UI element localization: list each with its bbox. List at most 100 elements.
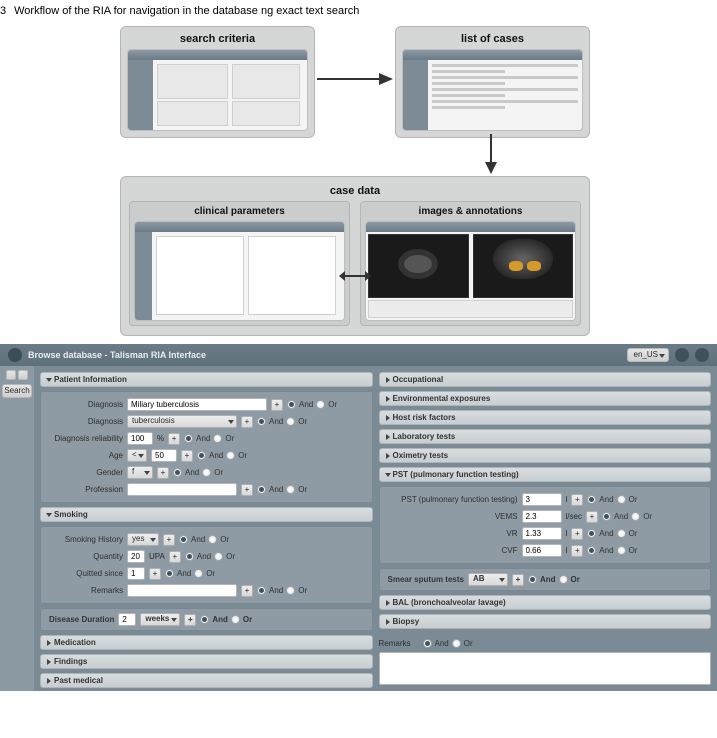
vems-input[interactable] xyxy=(522,510,562,523)
chevron-down-icon xyxy=(144,471,150,475)
section-smoking[interactable]: Smoking xyxy=(40,507,373,522)
radio-or[interactable] xyxy=(452,639,461,648)
add-button[interactable]: + xyxy=(241,585,253,597)
label-remarks: Remarks xyxy=(379,639,419,648)
add-button[interactable]: + xyxy=(241,484,253,496)
age-op-select[interactable]: < xyxy=(127,449,147,462)
add-button[interactable]: + xyxy=(184,614,196,626)
radio-or[interactable] xyxy=(316,400,325,409)
radio-and[interactable] xyxy=(197,451,206,460)
add-button[interactable]: + xyxy=(571,545,583,557)
radio-or[interactable] xyxy=(231,615,240,624)
language-select[interactable]: en_US xyxy=(627,348,669,362)
rail-chip[interactable] xyxy=(18,370,28,380)
rail-chip[interactable] xyxy=(6,370,16,380)
section-pst[interactable]: PST (pulmonary function testing) xyxy=(379,467,712,482)
section-laboratory-tests[interactable]: Laboratory tests xyxy=(379,429,712,444)
radio-or[interactable] xyxy=(559,575,568,584)
quantity-unit: UPA xyxy=(149,552,165,561)
radio-and[interactable] xyxy=(179,535,188,544)
radio-or[interactable] xyxy=(214,552,223,561)
profession-input[interactable] xyxy=(127,483,237,496)
chevron-down-icon xyxy=(138,454,144,458)
radio-or[interactable] xyxy=(631,512,640,521)
radio-or[interactable] xyxy=(208,535,217,544)
radio-and[interactable] xyxy=(257,417,266,426)
add-button[interactable]: + xyxy=(571,494,583,506)
add-button[interactable]: + xyxy=(149,568,161,580)
radio-or[interactable] xyxy=(202,468,211,477)
radio-and[interactable] xyxy=(602,512,611,521)
radio-or[interactable] xyxy=(617,495,626,504)
radio-and[interactable] xyxy=(184,434,193,443)
search-button[interactable]: Search xyxy=(2,384,32,398)
add-button[interactable]: + xyxy=(163,534,175,546)
section-patient-information[interactable]: Patient Information xyxy=(40,372,373,387)
radio-and[interactable] xyxy=(257,485,266,494)
unit-l: l xyxy=(566,529,568,538)
add-button[interactable]: + xyxy=(571,528,583,540)
section-environmental[interactable]: Environmental exposures xyxy=(379,391,712,406)
add-button[interactable]: + xyxy=(168,433,180,445)
radio-and[interactable] xyxy=(173,468,182,477)
label-disease-duration: Disease Duration xyxy=(49,615,114,624)
remarks-input[interactable] xyxy=(127,584,237,597)
section-findings[interactable]: Findings xyxy=(40,654,373,669)
diagnosis-select[interactable]: tuberculosis xyxy=(127,415,237,428)
add-button[interactable]: + xyxy=(157,467,169,479)
diag-reliability-input[interactable] xyxy=(127,432,153,445)
disease-duration-input[interactable] xyxy=(118,613,136,626)
remarks-textarea[interactable] xyxy=(379,652,712,685)
add-button[interactable]: + xyxy=(169,551,181,563)
quitted-since-input[interactable] xyxy=(127,567,145,580)
smoking-history-select[interactable]: yes xyxy=(127,533,159,546)
section-medication[interactable]: Medication xyxy=(40,635,373,650)
radio-or[interactable] xyxy=(617,529,626,538)
radio-and[interactable] xyxy=(528,575,537,584)
add-button[interactable]: + xyxy=(181,450,193,462)
pst-input[interactable] xyxy=(522,493,562,506)
diagnosis-input[interactable] xyxy=(127,398,267,411)
radio-or[interactable] xyxy=(213,434,222,443)
cvf-input[interactable] xyxy=(522,544,562,557)
radio-and[interactable] xyxy=(287,400,296,409)
refresh-icon[interactable] xyxy=(675,348,689,362)
section-bal[interactable]: BAL (bronchoalveolar lavage) xyxy=(379,595,712,610)
radio-and[interactable] xyxy=(587,529,596,538)
gender-select[interactable]: f xyxy=(127,466,153,479)
radio-and[interactable] xyxy=(423,639,432,648)
label-profession: Profession xyxy=(49,485,123,494)
add-button[interactable]: + xyxy=(512,574,524,586)
smear-select[interactable]: AB xyxy=(468,573,508,586)
radio-or[interactable] xyxy=(286,485,295,494)
radio-or[interactable] xyxy=(286,417,295,426)
home-icon[interactable] xyxy=(8,348,22,362)
radio-or[interactable] xyxy=(194,569,203,578)
section-past-medical[interactable]: Past medical xyxy=(40,673,373,688)
section-biopsy[interactable]: Biopsy xyxy=(379,614,712,629)
help-icon[interactable] xyxy=(695,348,709,362)
radio-and[interactable] xyxy=(587,495,596,504)
radio-or[interactable] xyxy=(226,451,235,460)
disease-duration-unit-select[interactable]: weeks xyxy=(140,613,180,626)
caret-icon xyxy=(386,453,390,459)
section-occupational[interactable]: Occupational xyxy=(379,372,712,387)
add-button[interactable]: + xyxy=(241,416,253,428)
age-input[interactable] xyxy=(151,449,177,462)
radio-and[interactable] xyxy=(165,569,174,578)
section-host-risk-factors[interactable]: Host risk factors xyxy=(379,410,712,425)
radio-and[interactable] xyxy=(257,586,266,595)
panel-patient-information: Diagnosis+AndOr Diagnosistuberculosis+An… xyxy=(40,391,373,503)
add-button[interactable]: + xyxy=(271,399,283,411)
radio-or[interactable] xyxy=(286,586,295,595)
vr-input[interactable] xyxy=(522,527,562,540)
quantity-input[interactable] xyxy=(127,550,145,563)
mini-window-clinical xyxy=(134,221,345,321)
label-age: Age xyxy=(49,451,123,460)
radio-and[interactable] xyxy=(185,552,194,561)
add-button[interactable]: + xyxy=(586,511,598,523)
radio-or[interactable] xyxy=(617,546,626,555)
section-oximetry-tests[interactable]: Oximetry tests xyxy=(379,448,712,463)
radio-and[interactable] xyxy=(200,615,209,624)
radio-and[interactable] xyxy=(587,546,596,555)
